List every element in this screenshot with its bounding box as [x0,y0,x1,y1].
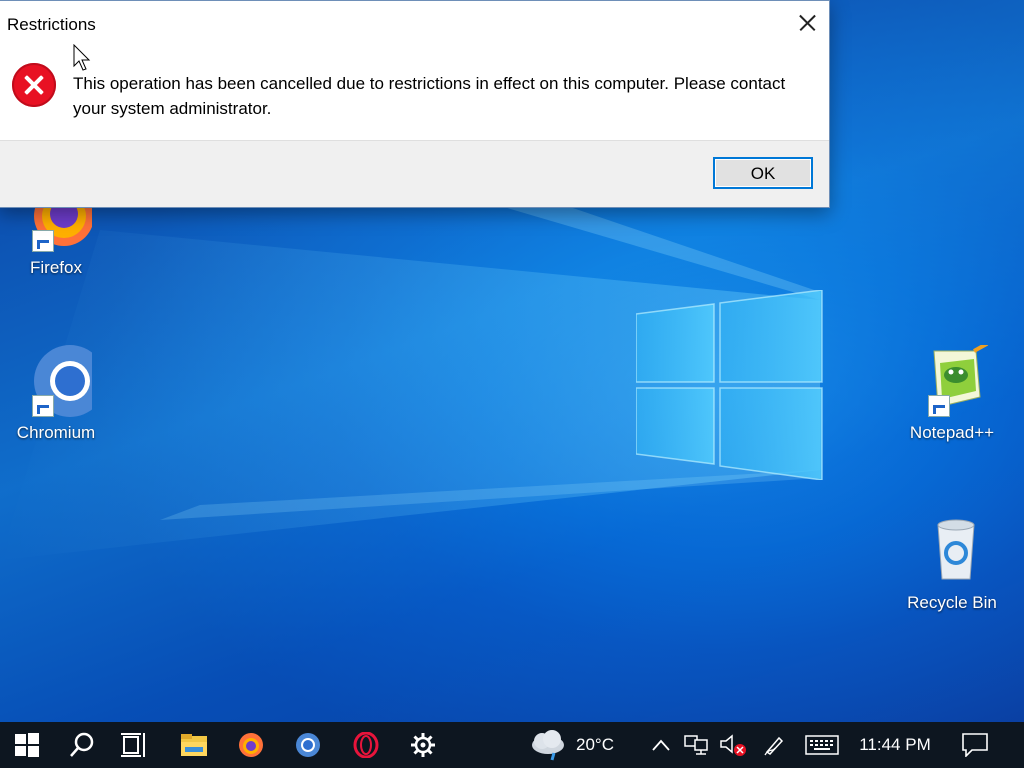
chevron-up-icon [652,739,670,751]
firefox-icon [239,733,263,757]
opera-icon [353,732,379,758]
notepad-plus-plus-icon [933,339,993,408]
desktop-icon-label: Recycle Bin [907,593,997,612]
cloudy-rain-icon [532,730,564,761]
settings-icon [411,733,435,757]
action-center-icon [962,733,988,757]
error-icon [12,63,56,107]
start-icon [15,733,39,757]
desktop-icon-label: Firefox [30,258,82,277]
desktop-icon-chromium[interactable]: Chromium [6,345,106,443]
ok-button[interactable]: OK [713,157,813,189]
shortcut-arrow-icon [32,230,54,252]
weather-widget[interactable]: 20°C [528,722,628,768]
action-center-button[interactable] [950,722,1000,768]
clock[interactable]: 11:44 PM [850,722,940,768]
show-hidden-icons-button[interactable] [646,722,676,768]
recycle-bin-icon [937,519,975,580]
chromium-icon [34,345,106,417]
dialog-message: This operation has been cancelled due to… [73,74,786,118]
file-explorer-icon [181,734,207,756]
desktop-icon-label: Notepad++ [909,423,995,442]
taskbar-file-explorer[interactable] [166,722,222,768]
close-icon[interactable] [781,1,829,46]
shortcut-arrow-icon [32,395,54,417]
shortcut-arrow-icon [928,395,950,417]
dialog-titlebar[interactable]: Restrictions [0,1,829,46]
restrictions-dialog: Restrictions This operation has been can… [0,0,830,208]
taskbar: 20°C 11:44 PM [0,722,1024,768]
taskbar-chromium[interactable] [280,722,336,768]
dialog-title: Restrictions [7,15,96,34]
taskbar-opera[interactable] [338,722,394,768]
weather-temperature: 20°C [576,735,614,754]
clock-time: 11:44 PM [859,735,931,754]
pen-icon [764,736,784,756]
touch-keyboard-button[interactable] [802,722,842,768]
chromium-icon [296,733,320,757]
mouse-cursor-icon [73,44,91,71]
keyboard-icon [805,735,839,755]
task-view-button[interactable] [110,722,160,768]
desktop: Firefox Chromium Notepad++ Recycle Bin R… [0,0,1024,768]
dialog-footer: OK [0,140,829,207]
desktop-icon-recycle-bin[interactable]: Recycle Bin [902,515,1002,613]
desktop-icon-label: Chromium [16,423,96,442]
volume-button[interactable] [716,722,750,768]
volume-muted-icon [720,734,746,756]
windows-logo [636,290,823,480]
desktop-icon-notepad-plus-plus[interactable]: Notepad++ [902,339,1002,443]
taskbar-firefox[interactable] [224,722,278,768]
pen-workspace-button[interactable] [756,722,792,768]
network-icon [684,735,708,755]
taskbar-settings[interactable] [396,722,450,768]
search-button[interactable] [56,722,108,768]
network-button[interactable] [680,722,714,768]
start-button[interactable] [0,722,54,768]
search-icon [70,732,94,757]
task-view-icon [121,733,145,757]
